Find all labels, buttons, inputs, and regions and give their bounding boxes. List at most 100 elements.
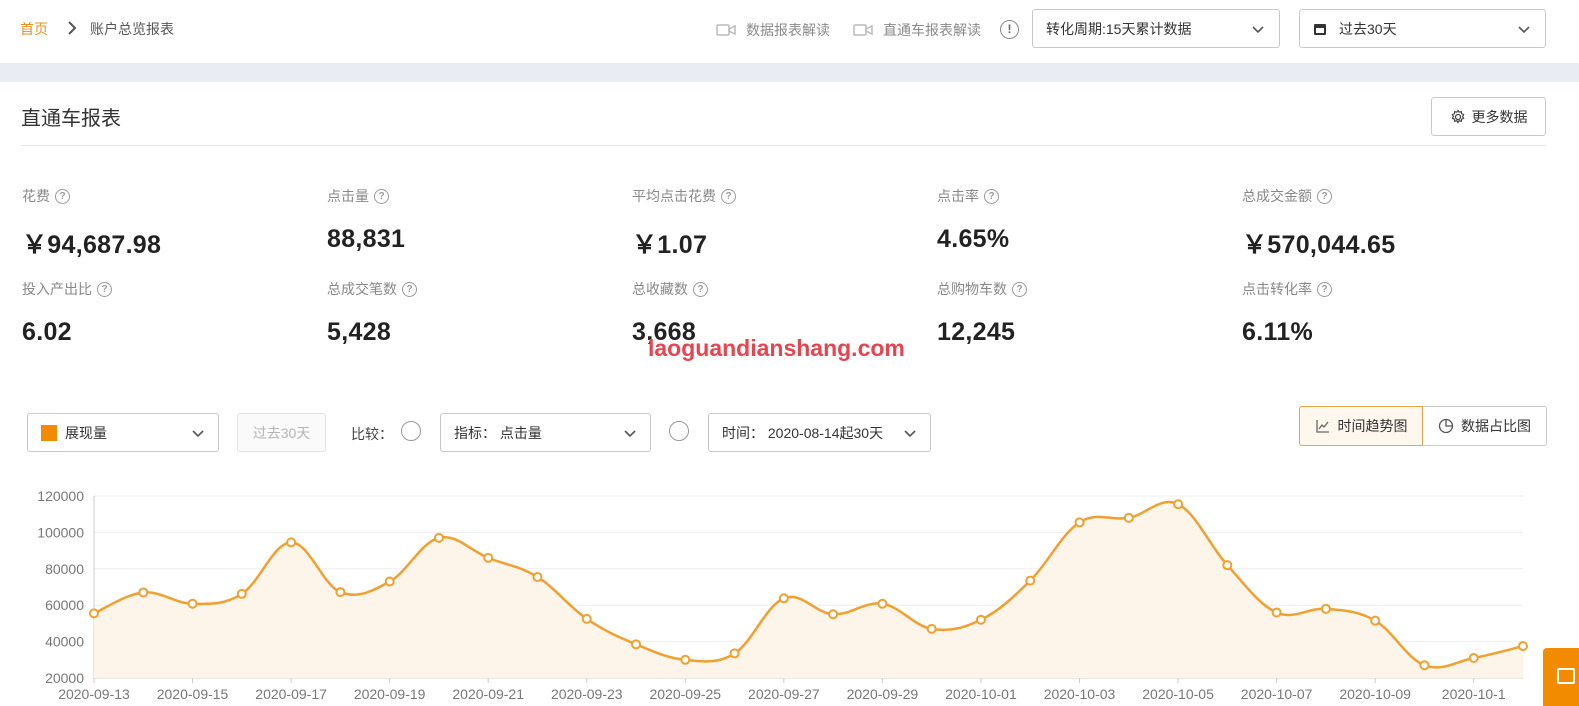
date-range-value: 过去30天: [1339, 20, 1397, 37]
chart-metric-select[interactable]: 展现量: [27, 413, 219, 452]
x-tick-label: 2020-10-01: [945, 686, 1017, 702]
video-icon: [853, 24, 873, 36]
data-point: [384, 576, 395, 587]
trend-view-button[interactable]: 时间趋势图: [1299, 406, 1423, 446]
share-view-button[interactable]: 数据占比图: [1423, 406, 1547, 446]
ztc-report-video-link[interactable]: 直通车报表解读: [853, 20, 981, 40]
indicator-value: 指标： 点击量: [454, 424, 542, 441]
metric-value: ￥1.07: [632, 231, 708, 259]
conversion-period-select[interactable]: 转化周期:15天累计数据: [1032, 9, 1280, 48]
ztc-report-video-label: 直通车报表解读: [883, 22, 981, 38]
data-point: [975, 614, 986, 625]
metric-value: 6.02: [22, 318, 72, 346]
watermark: laoguandianshang.com: [648, 335, 905, 361]
calendar-icon: [1314, 23, 1326, 35]
x-tick-label: 2020-09-21: [452, 686, 524, 702]
info-icon[interactable]: !: [1000, 20, 1019, 39]
help-icon[interactable]: ?: [693, 281, 708, 297]
compare-label: 比较：: [351, 426, 393, 442]
help-icon[interactable]: ?: [97, 281, 112, 297]
chart-metric-value: 展现量: [65, 424, 107, 441]
data-point: [729, 648, 740, 659]
data-report-video-label: 数据报表解读: [746, 22, 830, 38]
data-point: [778, 593, 789, 604]
help-icon[interactable]: ?: [374, 188, 389, 204]
data-point: [89, 608, 99, 619]
metric-label: 总收藏数: [632, 281, 688, 297]
trend-chart: 20000 40000 60000 80000 100000 120000 2020-09-…: [37, 488, 1528, 702]
compare-radio[interactable]: [401, 421, 421, 441]
metric-avg-cpc: 平均点击花费? ￥1.07: [632, 187, 922, 261]
chevron-down-icon: [192, 430, 204, 438]
help-icon[interactable]: ?: [721, 188, 736, 204]
series-area: [94, 502, 1523, 678]
metric-label: 总成交金额: [1242, 188, 1312, 204]
data-point: [581, 613, 592, 624]
metric-label: 点击转化率: [1242, 281, 1312, 297]
y-tick-label: 120000: [37, 488, 84, 504]
metric-orders: 总成交笔数? 5,428: [327, 280, 617, 347]
metric-value: 4.65%: [937, 225, 1010, 253]
data-point: [1222, 560, 1233, 571]
data-point: [1173, 499, 1184, 510]
help-icon[interactable]: ?: [55, 188, 70, 204]
share-view-label: 数据占比图: [1461, 418, 1531, 434]
metric-total-sales: 总成交金额? ￥570,044.65: [1242, 187, 1532, 261]
x-tick-label: 2020-09-23: [551, 686, 623, 702]
metric-value: 5,428: [327, 318, 392, 346]
data-point: [1271, 607, 1282, 618]
data-point: [187, 598, 198, 609]
feedback-tab[interactable]: [1543, 648, 1579, 706]
x-tick-label: 2020-09-17: [255, 686, 327, 702]
data-point: [433, 532, 444, 543]
breadcrumb-home[interactable]: 首页: [20, 19, 48, 39]
y-tick-label: 20000: [45, 670, 84, 686]
time-select[interactable]: 时间： 2020-08-14起30天: [708, 413, 931, 452]
metric-ctr: 点击率? 4.65%: [937, 187, 1227, 254]
data-point: [828, 609, 839, 620]
data-report-video-link[interactable]: 数据报表解读: [716, 20, 830, 40]
metric-label: 花费: [22, 188, 50, 204]
metric-cart: 总购物车数? 12,245: [937, 280, 1227, 347]
chevron-down-icon: [624, 430, 636, 438]
data-point: [236, 588, 247, 599]
help-icon[interactable]: ?: [402, 281, 417, 297]
time-compare-radio[interactable]: [669, 421, 689, 441]
date-range-select[interactable]: 过去30天: [1299, 9, 1546, 48]
data-point: [1370, 615, 1381, 626]
help-icon[interactable]: ?: [1317, 281, 1332, 297]
x-tick-label: 2020-10-09: [1339, 686, 1411, 702]
x-tick-label: 2020-10-03: [1044, 686, 1116, 702]
metric-label: 点击量: [327, 188, 369, 204]
time-value: 时间： 2020-08-14起30天: [722, 424, 884, 441]
x-tick-label: 2020-09-19: [354, 686, 426, 702]
more-data-button[interactable]: 更多数据: [1431, 97, 1546, 136]
data-point: [1518, 641, 1528, 652]
help-icon[interactable]: ?: [1012, 281, 1027, 297]
x-tick-label: 2020-09-27: [748, 686, 820, 702]
indicator-select[interactable]: 指标： 点击量: [440, 413, 651, 452]
metric-value: 88,831: [327, 225, 406, 253]
data-point: [1419, 660, 1430, 671]
metric-value: ￥570,044.65: [1242, 231, 1396, 259]
data-point: [1468, 652, 1479, 663]
breadcrumb-current: 账户总览报表: [90, 21, 174, 37]
help-icon[interactable]: ?: [984, 188, 999, 204]
x-tick-label: 2020-10-05: [1142, 686, 1214, 702]
y-tick-label: 60000: [45, 597, 84, 613]
y-tick-label: 100000: [37, 524, 84, 540]
metric-label: 点击率: [937, 188, 979, 204]
help-icon[interactable]: ?: [1317, 188, 1332, 204]
chart-view-toggle: 时间趋势图 数据占比图: [1299, 406, 1547, 446]
data-point: [877, 598, 888, 609]
more-data-label: 更多数据: [1471, 108, 1528, 125]
range-button[interactable]: 过去30天: [237, 413, 326, 452]
data-point: [1074, 517, 1085, 528]
conversion-period-value: 转化周期:15天累计数据: [1046, 20, 1192, 37]
y-tick-label: 40000: [45, 634, 84, 650]
data-point: [286, 537, 297, 548]
data-point: [483, 552, 494, 563]
x-tick-label: 2020-09-25: [649, 686, 721, 702]
chevron-right-icon: [68, 21, 77, 35]
data-point: [335, 587, 346, 598]
